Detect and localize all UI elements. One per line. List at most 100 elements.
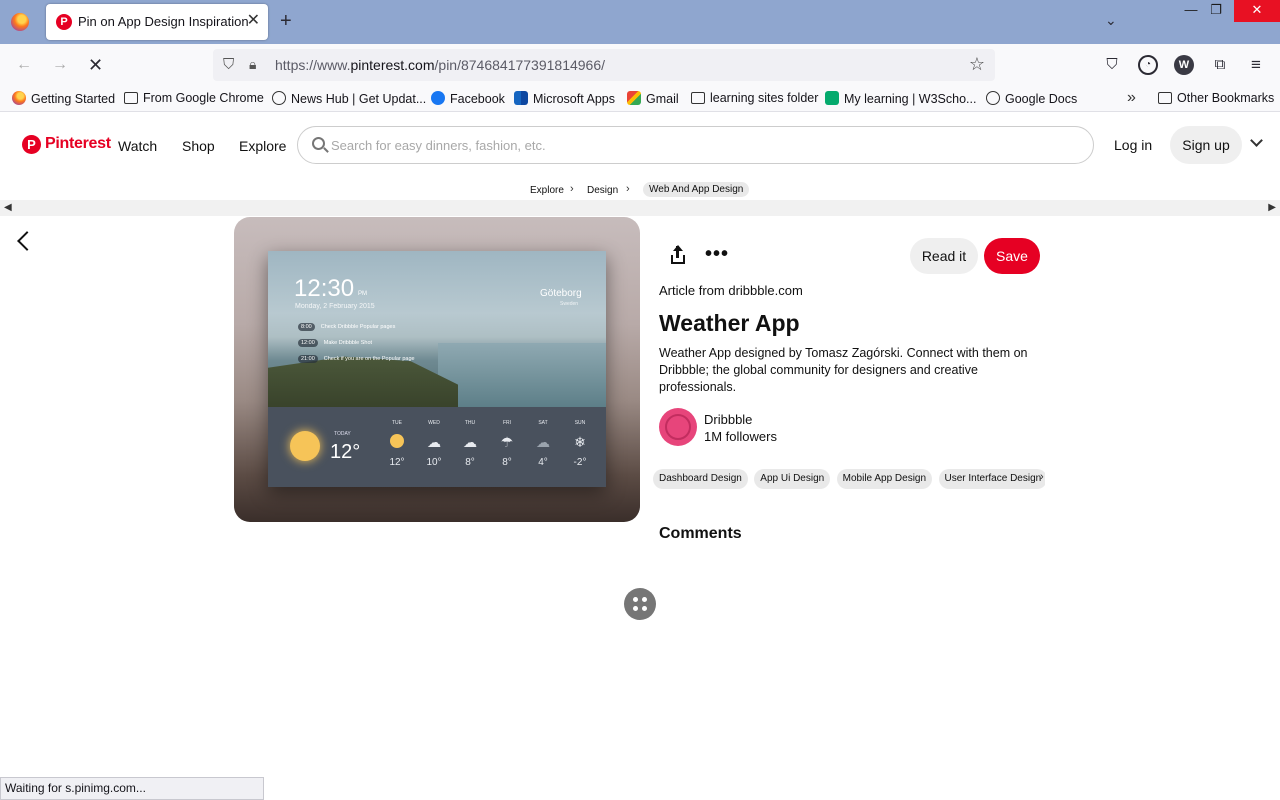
mockup-date: Monday, 2 February 2015 (295, 303, 375, 310)
mockup-sea (438, 343, 606, 407)
scroll-right-icon[interactable]: ▶ (1268, 202, 1276, 213)
extensions-icon[interactable]: ⧉ (1210, 55, 1230, 75)
pinterest-logo-text[interactable]: Pinterest (45, 135, 111, 153)
bookmark-google-docs[interactable]: Google Docs (986, 91, 1077, 107)
more-bookmarks-icon[interactable]: » (1127, 89, 1136, 107)
bookmark-from-google-chrome[interactable]: From Google Chrome (124, 91, 264, 106)
nav-shop[interactable]: Shop (182, 138, 215, 154)
firefox-icon (12, 91, 26, 105)
microsoft-icon (514, 91, 528, 105)
bookmarks-bar: Getting Started From Google Chrome News … (0, 86, 1280, 112)
forecast-day-name: TUE (392, 420, 402, 426)
nav-watch[interactable]: Watch (118, 138, 157, 154)
url-text[interactable]: https://www.pinterest.com/pin/8746841773… (275, 57, 605, 73)
tag-list: Dashboard Design App Ui Design Mobile Ap… (653, 468, 1045, 490)
forecast-temp: 8° (465, 457, 475, 468)
account-w-icon[interactable]: W (1174, 55, 1194, 75)
mockup-country: Sweden (560, 301, 579, 307)
forward-arrow-icon[interactable]: → (52, 55, 68, 75)
close-window-button[interactable]: ✕ (1234, 0, 1280, 22)
login-button[interactable]: Log in (1106, 132, 1160, 158)
save-button[interactable]: Save (984, 238, 1040, 274)
bookmark-facebook[interactable]: Facebook (431, 91, 505, 107)
bookmark-label: Other Bookmarks (1177, 91, 1275, 105)
forecast-day: SAT ☁ 4° (528, 420, 558, 468)
pinterest-favicon-icon: P (56, 14, 72, 30)
address-bar[interactable]: ⛉ 🔒︎ https://www.pinterest.com/pin/87468… (213, 49, 995, 81)
tag-dashboard-design[interactable]: Dashboard Design (653, 469, 748, 489)
forecast-day: TUE 12° (382, 420, 412, 468)
horizontal-scrollbar[interactable]: ◀ ▶ (0, 200, 1280, 216)
bookmark-other-bookmarks[interactable]: Other Bookmarks (1158, 91, 1274, 106)
shield-icon[interactable]: ⛉ (223, 56, 234, 73)
read-it-button[interactable]: Read it (910, 238, 978, 274)
bookmark-w3schools[interactable]: My learning | W3Scho... (825, 91, 976, 107)
nav-explore[interactable]: Explore (239, 138, 286, 154)
tag-user-interface-design[interactable]: User Interface Design (938, 469, 1045, 489)
avatar[interactable] (659, 408, 697, 446)
signup-button[interactable]: Sign up (1170, 126, 1242, 164)
tag-mobile-app-design[interactable]: Mobile App Design (836, 469, 933, 489)
article-source-link[interactable]: dribbble.com (728, 283, 802, 298)
breadcrumb: Explore › Design › Web And App Design (0, 182, 1280, 200)
forecast-temp: 8° (502, 457, 512, 468)
cloud-icon: ☁ (463, 434, 477, 450)
event-time: 8:00 (298, 323, 315, 331)
forecast-temp: -2° (573, 457, 587, 468)
firefox-icon[interactable] (11, 13, 29, 31)
chevron-right-icon: › (626, 183, 630, 195)
breadcrumb-explore[interactable]: Explore (530, 185, 564, 196)
pinterest-logo-icon[interactable]: P (22, 135, 41, 154)
mockup-city: Göteborg (540, 288, 582, 299)
chevron-down-icon[interactable] (1250, 134, 1263, 147)
globe-icon (272, 91, 286, 105)
bookmark-getting-started[interactable]: Getting Started (12, 91, 115, 107)
bookmark-label: Google Docs (1005, 92, 1078, 106)
forecast-day: SUN ❄ -2° (565, 420, 595, 468)
url-path: /pin/874684177391814966/ (434, 57, 606, 73)
new-tab-icon[interactable]: + (280, 10, 292, 32)
close-tab-icon[interactable]: ✕ (247, 12, 260, 30)
sync-icon[interactable]: ◔ (1138, 55, 1158, 75)
more-options-icon[interactable]: ••• (705, 244, 729, 264)
bookmark-learning-sites[interactable]: learning sites folder (691, 91, 818, 106)
stop-loading-icon[interactable]: ✕ (88, 55, 103, 75)
bookmark-label: From Google Chrome (143, 91, 264, 105)
creator-name[interactable]: Dribbble (704, 412, 752, 427)
browser-nav-bar: ← → ✕ ⛉ 🔒︎ https://www.pinterest.com/pin… (0, 44, 1280, 86)
bookmark-label: My learning | W3Scho... (844, 92, 977, 106)
bookmark-gmail[interactable]: Gmail (627, 91, 679, 107)
pinterest-header: P Pinterest Watch Shop Explore Search fo… (0, 112, 1280, 180)
scroll-left-icon[interactable]: ◀ (4, 202, 12, 213)
bookmark-label: Facebook (450, 92, 505, 106)
today-temp: 12° (330, 441, 361, 463)
bookmark-star-icon[interactable]: ☆ (969, 54, 985, 75)
pocket-icon[interactable]: ⛉ (1102, 55, 1122, 75)
bookmark-news-hub[interactable]: News Hub | Get Updat... (272, 91, 426, 107)
share-icon[interactable] (669, 245, 687, 265)
creator-followers: 1M followers (704, 429, 777, 444)
pin-image[interactable]: 12:30 PM Monday, 2 February 2015 Götebor… (234, 217, 640, 522)
chevron-down-icon[interactable]: ⌄ (1105, 12, 1117, 29)
forecast-temp: 4° (538, 457, 548, 468)
article-source: Article from dribbble.com (659, 283, 803, 298)
partly-cloudy-icon: ☁ (427, 434, 441, 450)
tab-title: Pin on App Design Inspiration (78, 14, 249, 29)
back-arrow-icon[interactable]: ← (16, 55, 32, 75)
search-input[interactable]: Search for easy dinners, fashion, etc. (297, 126, 1094, 164)
back-arrow-icon[interactable] (17, 231, 37, 251)
mockup-event: 21:00 Check if you are on the Popular pag… (298, 355, 415, 363)
restore-window-button[interactable]: ❐ (1196, 0, 1236, 22)
hamburger-menu-icon[interactable]: ≡ (1246, 55, 1266, 75)
bookmark-microsoft-apps[interactable]: Microsoft Apps (514, 91, 615, 107)
browser-tab-bar: P Pin on App Design Inspiration ✕ + ⌄ — … (0, 0, 1280, 44)
bookmark-label: Gmail (646, 92, 679, 106)
url-domain: pinterest.com (350, 57, 435, 73)
tag-app-ui-design[interactable]: App Ui Design (754, 469, 831, 489)
chevron-right-icon[interactable]: › (1040, 471, 1044, 483)
tab-active[interactable]: P Pin on App Design Inspiration ✕ (46, 4, 268, 40)
lock-icon[interactable]: 🔒︎ (249, 56, 256, 73)
globe-icon (986, 91, 1000, 105)
breadcrumb-design[interactable]: Design (587, 185, 618, 196)
breadcrumb-web-and-app-design[interactable]: Web And App Design (643, 182, 750, 197)
